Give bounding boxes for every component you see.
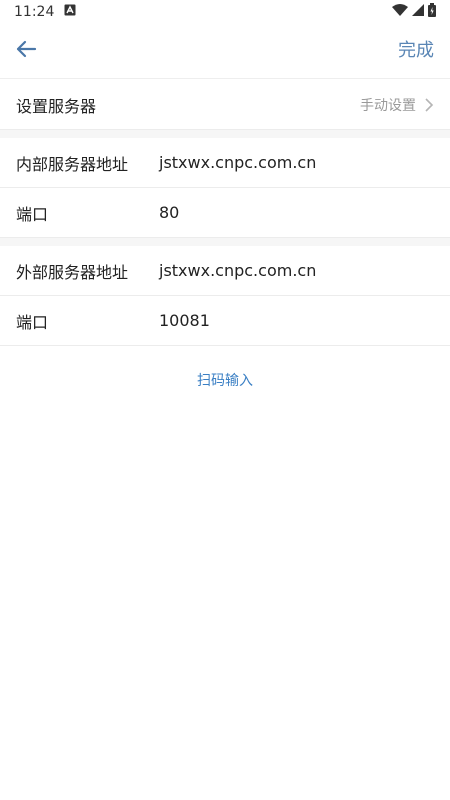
external-address-label: 外部服务器地址	[16, 262, 129, 282]
back-button[interactable]	[12, 35, 40, 63]
internal-address-label: 内部服务器地址	[16, 154, 129, 174]
wifi-icon	[392, 4, 408, 20]
divider	[0, 78, 450, 79]
notification-icon	[64, 4, 76, 20]
external-port-label: 端口	[16, 312, 49, 332]
external-address-field[interactable]: jstxwx.cnpc.com.cn	[159, 261, 316, 280]
arrow-left-icon	[16, 40, 37, 58]
app-bar: 完成	[0, 24, 450, 74]
section-gap	[0, 238, 450, 246]
section-gap	[0, 130, 450, 138]
scan-input-button[interactable]: 扫码输入	[0, 370, 450, 390]
internal-address-row: 内部服务器地址 jstxwx.cnpc.com.cn	[0, 138, 450, 188]
internal-port-label: 端口	[16, 204, 49, 224]
internal-port-field[interactable]: 80	[159, 203, 179, 222]
done-button[interactable]: 完成	[398, 36, 434, 62]
external-port-field[interactable]: 10081	[159, 311, 210, 330]
status-bar: 11:24	[0, 0, 450, 24]
external-address-row: 外部服务器地址 jstxwx.cnpc.com.cn	[0, 246, 450, 296]
signal-icon	[412, 4, 424, 20]
status-time: 11:24	[14, 4, 55, 20]
chevron-right-icon	[425, 97, 434, 112]
server-settings-label: 设置服务器	[16, 96, 97, 116]
external-port-row: 端口 10081	[0, 296, 450, 346]
battery-icon	[428, 3, 436, 21]
internal-address-field[interactable]: jstxwx.cnpc.com.cn	[159, 153, 316, 172]
internal-port-row: 端口 80	[0, 188, 450, 238]
server-mode-value: 手动设置	[360, 97, 416, 114]
server-settings-row[interactable]: 设置服务器 手动设置	[0, 80, 450, 130]
